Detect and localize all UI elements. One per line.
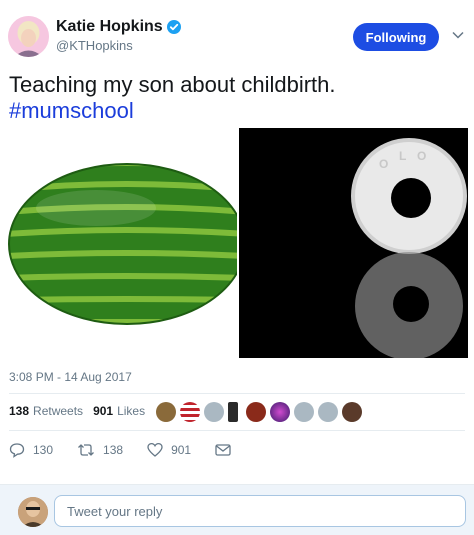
user-avatar[interactable]	[18, 497, 48, 527]
author-display-name[interactable]: Katie Hopkins	[56, 18, 163, 36]
author-handle[interactable]: @KTHopkins	[56, 38, 133, 53]
reply-action[interactable]: 130	[9, 442, 53, 458]
svg-text:O: O	[379, 157, 388, 171]
reply-composer	[0, 484, 474, 535]
verified-badge-icon	[166, 20, 181, 34]
likes-label: Likes	[117, 404, 146, 418]
liker-avatar[interactable]	[342, 402, 362, 422]
retweets-count: 138	[9, 404, 30, 418]
retweets-stat[interactable]: 138 Retweets	[9, 404, 83, 418]
liker-avatar[interactable]	[156, 402, 176, 422]
watermelon-image[interactable]	[6, 128, 246, 358]
liker-avatar[interactable]	[246, 402, 266, 422]
tweet-actions: 130 138 901	[9, 442, 263, 458]
tweet-body-text: Teaching my son about childbirth.	[9, 72, 336, 97]
likes-count: 901	[93, 404, 114, 418]
liker-avatar[interactable]	[318, 402, 338, 422]
hashtag-link[interactable]: #mumschool	[9, 98, 469, 124]
liker-avatar[interactable]	[294, 402, 314, 422]
tweet-timestamp[interactable]: 3:08 PM - 14 Aug 2017	[9, 370, 132, 384]
mint-candy-image[interactable]: O L O	[239, 128, 468, 358]
likes-stat[interactable]: 901 Likes	[93, 404, 145, 418]
liker-avatar[interactable]	[270, 402, 290, 422]
liker-avatars	[156, 402, 366, 422]
following-button[interactable]: Following	[353, 23, 439, 51]
reply-input[interactable]	[54, 495, 466, 527]
tweet-header: Katie Hopkins @KTHopkins Following	[0, 0, 474, 60]
tweet-text: Teaching my son about childbirth. #mumsc…	[9, 72, 469, 124]
engagement-stats: 138 Retweets 901 Likes	[9, 404, 155, 418]
retweets-label: Retweets	[33, 404, 84, 418]
direct-message-action[interactable]	[215, 443, 239, 457]
reply-icon	[9, 443, 25, 458]
like-action[interactable]: 901	[147, 442, 191, 458]
retweet-action[interactable]: 138	[77, 442, 123, 458]
tweet-media[interactable]: O L O	[0, 128, 474, 358]
retweet-count: 138	[103, 443, 124, 457]
divider	[9, 430, 465, 431]
divider	[9, 393, 465, 394]
liker-avatar[interactable]	[204, 402, 224, 422]
liker-avatar[interactable]	[228, 402, 238, 422]
author-name-row: Katie Hopkins	[56, 18, 181, 36]
svg-text:O: O	[417, 149, 426, 163]
reply-count: 130	[33, 443, 54, 457]
envelope-icon	[215, 444, 231, 456]
like-count: 901	[171, 443, 192, 457]
heart-icon	[147, 442, 163, 457]
author-avatar[interactable]	[8, 16, 49, 57]
liker-avatar[interactable]	[180, 402, 200, 422]
chevron-down-icon[interactable]	[451, 28, 465, 42]
svg-text:L: L	[399, 149, 406, 163]
retweet-icon	[78, 444, 94, 456]
